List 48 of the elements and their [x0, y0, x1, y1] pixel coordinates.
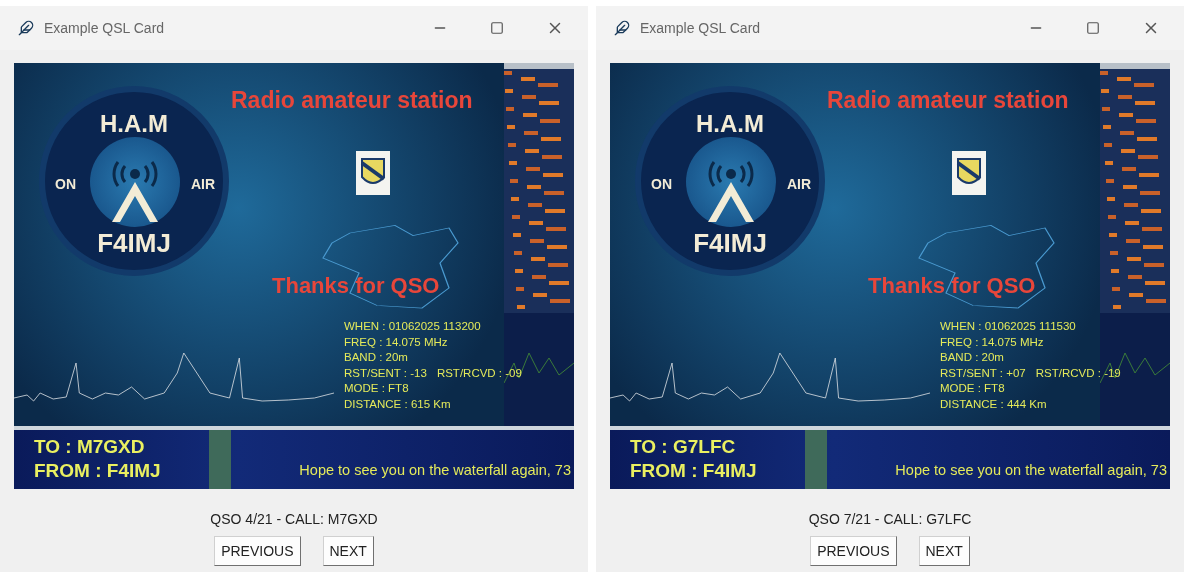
maximize-icon[interactable]: [1086, 21, 1100, 35]
closing-message: Hope to see you on the waterfall again, 73: [299, 463, 571, 478]
logo-bottom-text: F4IMJ: [692, 227, 768, 260]
feather-icon: [18, 20, 34, 36]
nav-button[interactable]: PREVIOUS: [810, 536, 897, 566]
qso-detail-text: RST/RCVD : -19: [1035, 367, 1121, 379]
from-call-text: FROM : F4IMJ: [34, 461, 161, 480]
qso-detail-text: DISTANCE : 615 Km: [344, 398, 451, 410]
qso-detail-text: DISTANCE : 444 Km: [940, 398, 1047, 410]
from-call-text: FROM : F4IMJ: [630, 461, 757, 480]
qso-detail-text: BAND : 20m: [940, 352, 1004, 364]
crest-icon: [952, 151, 986, 195]
crest-icon: [356, 151, 390, 195]
nav-button[interactable]: PREVIOUS: [214, 536, 301, 566]
thanks-text: Thanks for QSO: [868, 272, 1036, 300]
qso-detail-text: RST/RCVD : -09: [436, 367, 522, 379]
card-heading: Radio amateur station: [827, 86, 1069, 115]
logo-right-text: AIR: [190, 175, 215, 194]
card-heading: Radio amateur station: [231, 86, 473, 115]
qso-status-text: QSO 4/21 - CALL: M7GXD: [210, 510, 378, 529]
qso-detail-text: FREQ : 14.075 MHz: [940, 336, 1044, 348]
signal-trace: [209, 430, 231, 489]
nav-button[interactable]: NEXT: [918, 536, 970, 566]
qso-detail-text: FREQ : 14.075 MHz: [344, 336, 448, 348]
to-call-text: TO : M7GXD: [34, 437, 145, 456]
signal-trace: [805, 430, 827, 489]
qso-detail-text: WHEN : 01062025 111530: [940, 321, 1076, 333]
logo-bottom-text: F4IMJ: [96, 227, 172, 260]
window-title: Example QSL Card: [640, 18, 761, 38]
qso-detail-text: WHEN : 01062025 113200: [344, 321, 481, 333]
qso-detail-text: BAND : 20m: [344, 352, 408, 364]
qso-detail-text: MODE : FT8: [344, 383, 409, 395]
thanks-text: Thanks for QSO: [272, 272, 440, 300]
qso-status-text: QSO 7/21 - CALL: G7LFC: [808, 510, 972, 529]
closing-message: Hope to see you on the waterfall again, 73: [895, 463, 1167, 478]
logo-right-text: AIR: [786, 175, 811, 194]
feather-icon: [614, 20, 630, 36]
logo-top-text: H.A.M: [695, 109, 765, 139]
logo-left-text: ON: [55, 175, 76, 194]
qso-detail-text: RST/SENT : -13: [344, 367, 427, 379]
maximize-icon[interactable]: [490, 21, 504, 35]
logo-top-text: H.A.M: [99, 109, 169, 139]
nav-button[interactable]: NEXT: [322, 536, 374, 566]
logo-left-text: ON: [651, 175, 672, 194]
qso-detail-text: MODE : FT8: [940, 383, 1005, 395]
window-title: Example QSL Card: [44, 18, 165, 38]
to-call-text: TO : G7LFC: [630, 437, 736, 456]
qso-detail-text: RST/SENT : +07: [940, 367, 1026, 379]
